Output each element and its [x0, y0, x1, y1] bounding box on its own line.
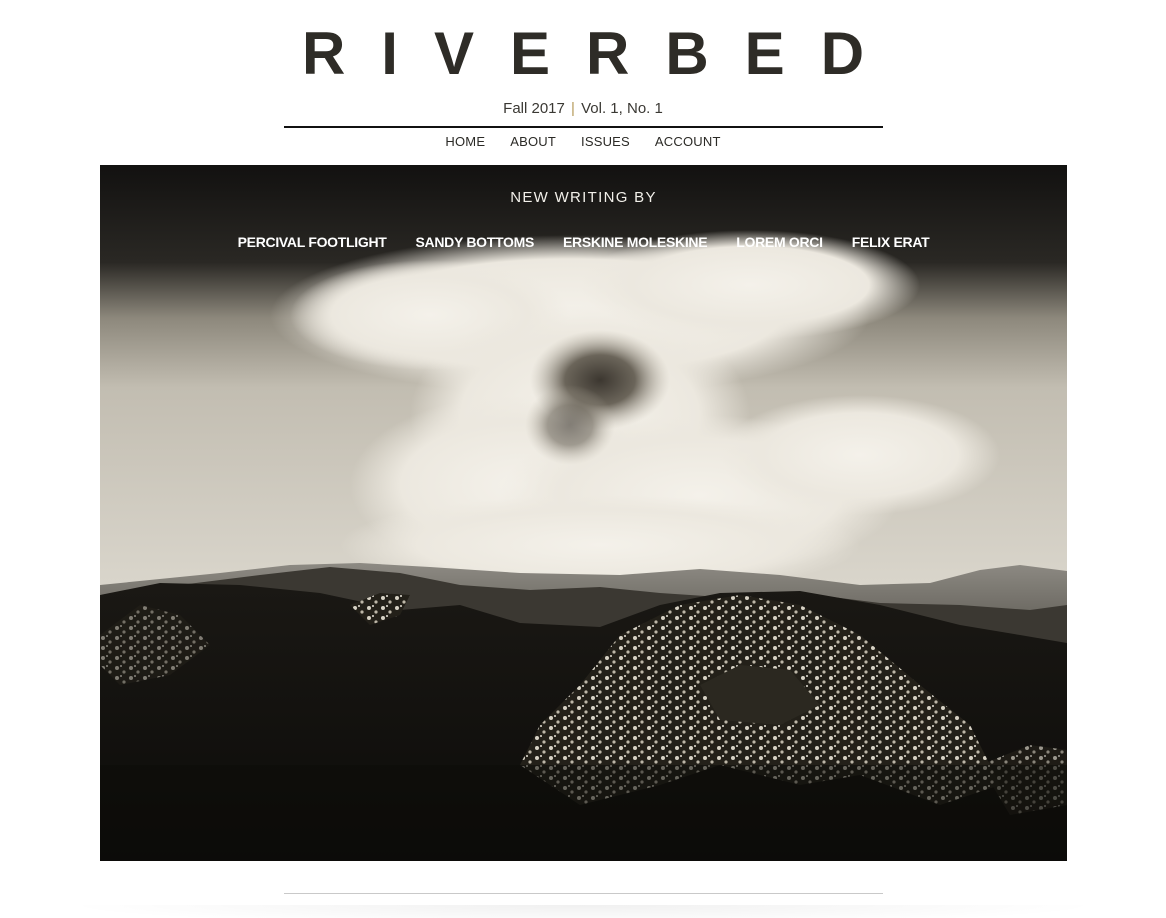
issue-separator: | [571, 100, 575, 117]
author-link[interactable]: SANDY BOTTOMS [416, 234, 535, 250]
card-shadow [60, 905, 1106, 918]
site-title[interactable]: RIVERBED [0, 14, 1166, 94]
main-nav: HOME ABOUT ISSUES ACCOUNT [0, 133, 1166, 153]
issue-season: Fall 2017 [503, 100, 565, 117]
issue-info: Fall 2017 | Vol. 1, No. 1 [0, 98, 1166, 120]
hero-heading: NEW WRITING BY [510, 189, 657, 206]
issue-volume: Vol. 1, No. 1 [581, 100, 663, 117]
nav-home[interactable]: HOME [445, 133, 485, 153]
author-link[interactable]: FELIX ERAT [852, 234, 930, 250]
section-divider [284, 893, 883, 894]
hero-photo [100, 165, 1067, 861]
author-link[interactable]: PERCIVAL FOOTLIGHT [238, 234, 387, 250]
author-list: PERCIVAL FOOTLIGHT SANDY BOTTOMS ERSKINE… [100, 234, 1067, 250]
author-link[interactable]: ERSKINE MOLESKINE [563, 234, 708, 250]
author-link[interactable]: LOREM ORCI [736, 234, 823, 250]
nav-account[interactable]: ACCOUNT [655, 133, 721, 153]
nav-issues[interactable]: ISSUES [581, 133, 630, 153]
nav-about[interactable]: ABOUT [510, 133, 556, 153]
hero-banner: NEW WRITING BY PERCIVAL FOOTLIGHT SANDY … [100, 165, 1067, 861]
header-divider [284, 126, 883, 128]
